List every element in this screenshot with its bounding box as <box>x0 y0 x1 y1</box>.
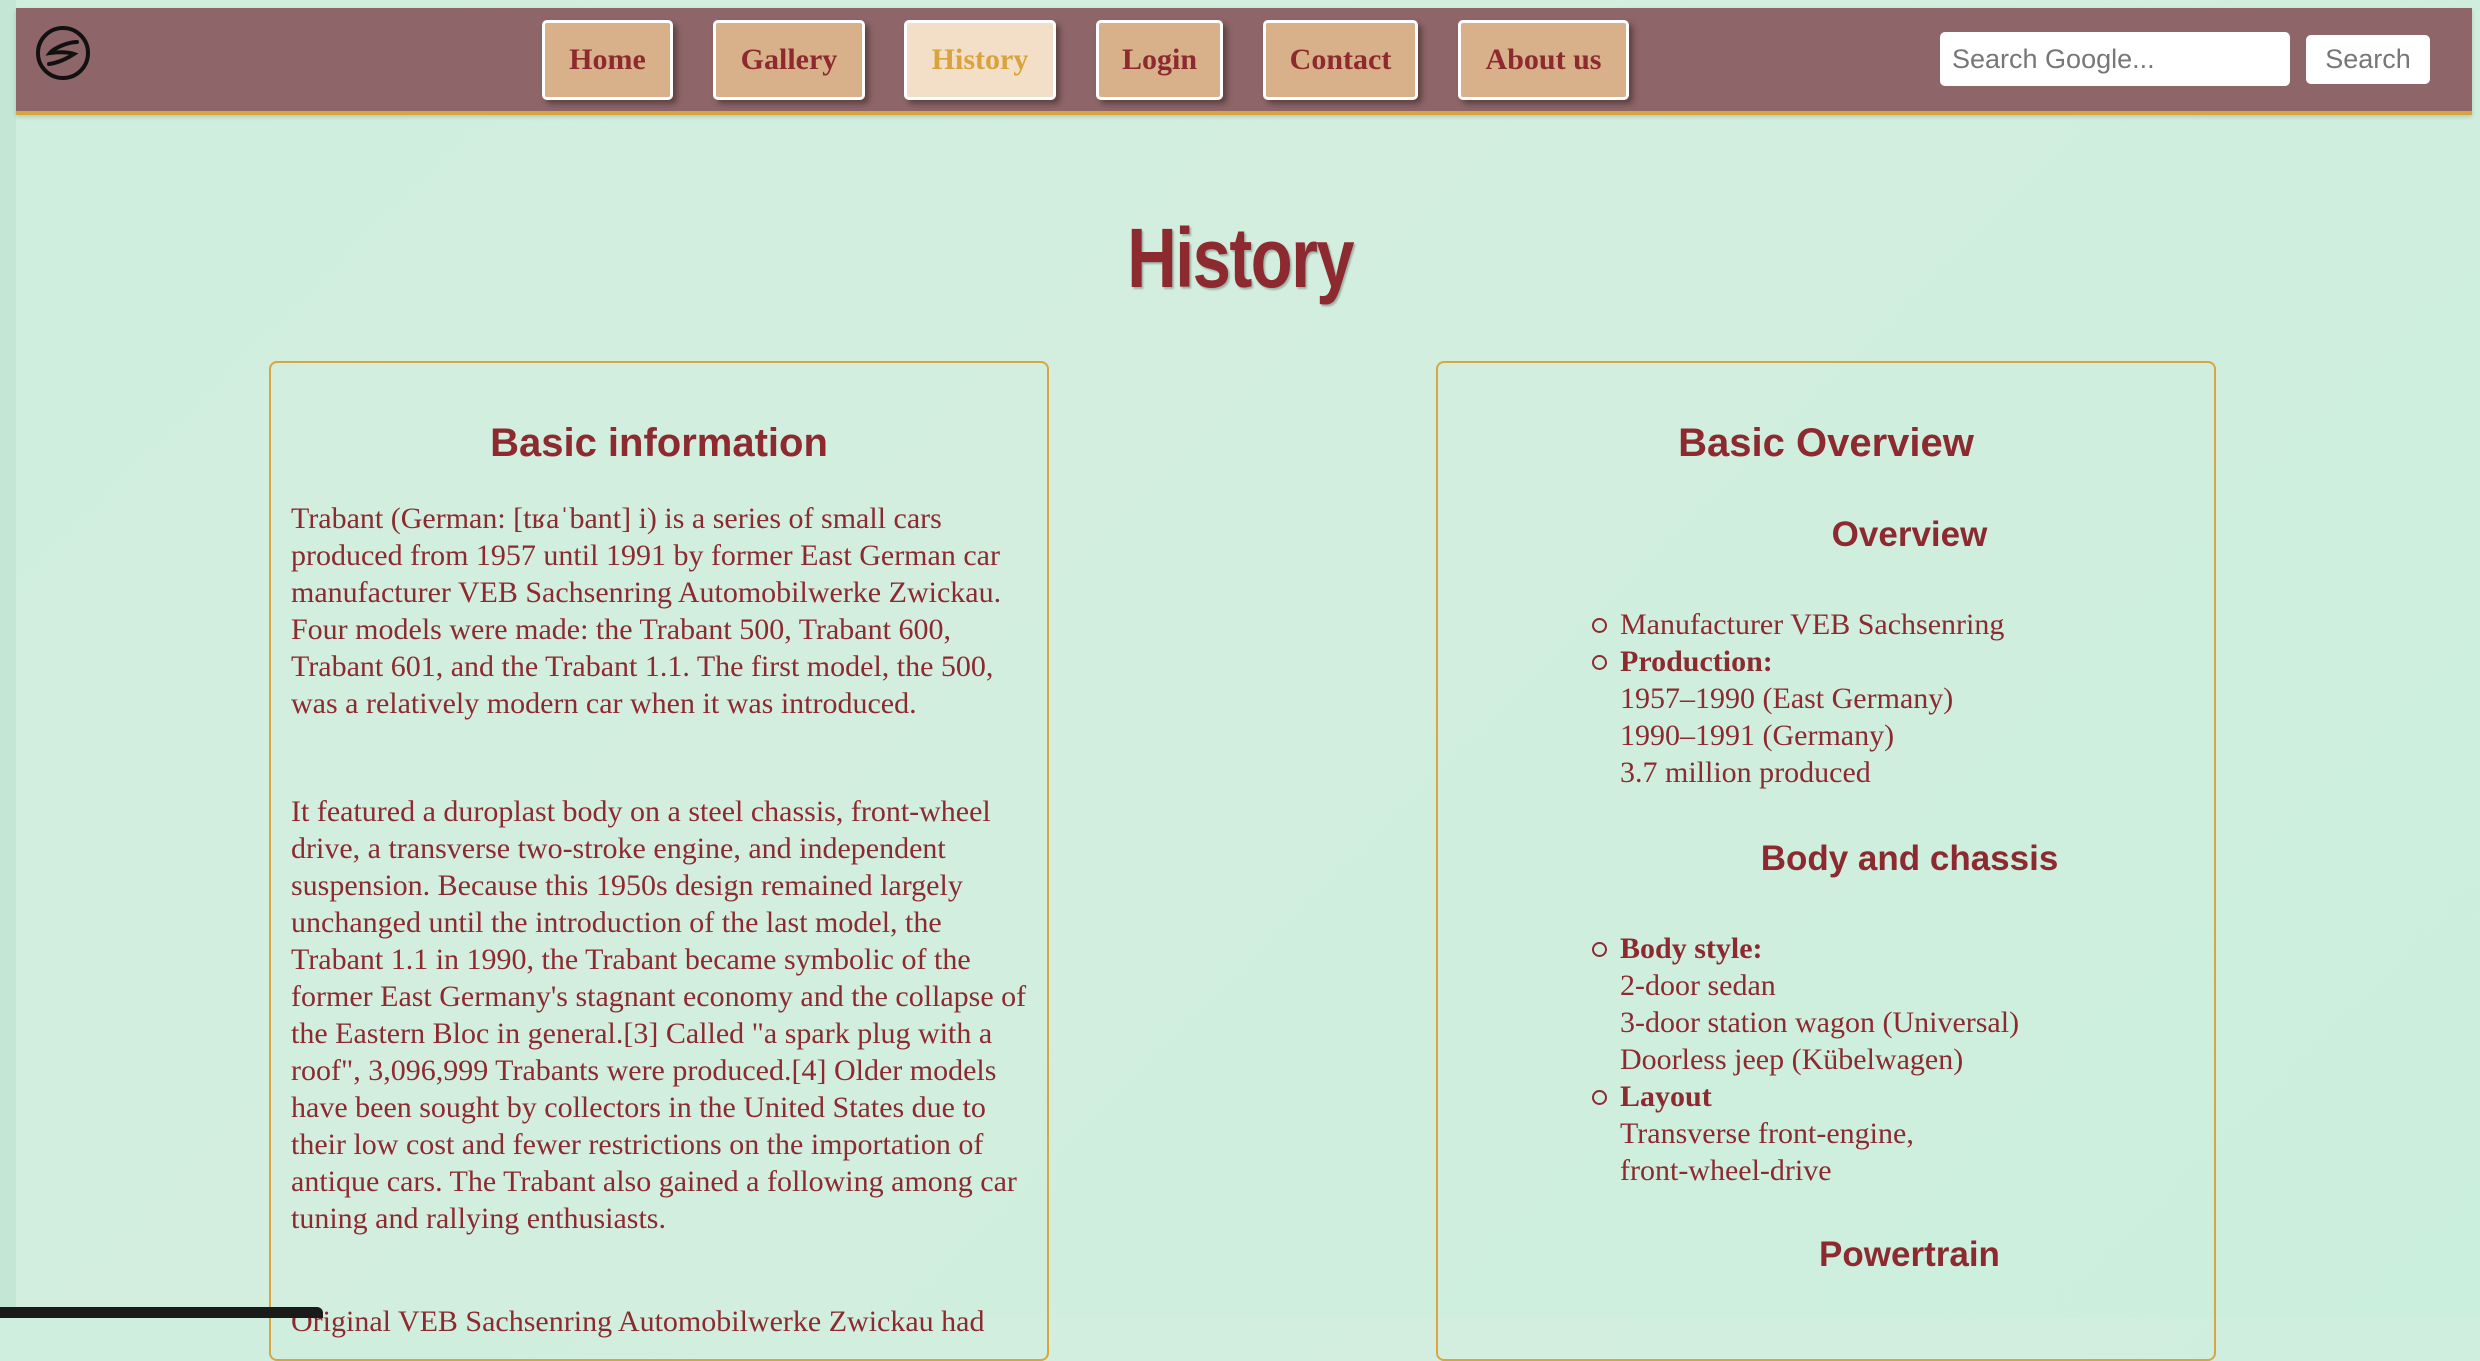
list-item: Body style: 2-door sedan 3-door station … <box>1592 930 2019 1078</box>
search-input[interactable] <box>1940 32 2290 86</box>
list-item: Layout Transverse front-engine, front-wh… <box>1592 1078 2019 1189</box>
basic-overview-heading: Basic Overview <box>1678 421 1974 465</box>
search-button[interactable]: Search <box>2306 35 2430 84</box>
production-line: 1957–1990 (East Germany) <box>1620 682 1954 715</box>
production-label: Production: <box>1620 645 1773 678</box>
body-and-chassis-list: Body style: 2-door sedan 3-door station … <box>1592 930 2019 1189</box>
overview-list: Manufacturer VEB Sachsenring Production:… <box>1592 606 2004 791</box>
nav-gallery-button[interactable]: Gallery <box>713 20 865 100</box>
production-line: 3.7 million produced <box>1620 756 1871 789</box>
body-style-line: 2-door sedan <box>1620 969 1776 1002</box>
body-style-line: Doorless jeep (Kübelwagen) <box>1620 1043 1964 1076</box>
overview-subheading: Overview <box>1831 515 1988 554</box>
logo-icon[interactable] <box>36 26 90 80</box>
left-edge-strip <box>0 0 16 1318</box>
production-line: 1990–1991 (Germany) <box>1620 719 1895 752</box>
nav-contact-button[interactable]: Contact <box>1263 20 1418 100</box>
nav-about-us-button[interactable]: About us <box>1458 20 1629 100</box>
basic-information-heading: Basic information <box>490 421 828 465</box>
body-and-chassis-subheading: Body and chassis <box>1760 839 2059 878</box>
list-item: Production: 1957–1990 (East Germany) 199… <box>1592 643 2004 791</box>
basic-overview-card: Basic Overview Overview Manufacturer VEB… <box>1436 361 2216 1361</box>
basic-information-paragraph-3: Original VEB Sachsenring Automobilwerke … <box>291 1305 985 1338</box>
powertrain-subheading: Powertrain <box>1819 1235 2000 1274</box>
layout-label: Layout <box>1620 1080 1712 1113</box>
nav-login-button[interactable]: Login <box>1096 20 1223 100</box>
nav-home-button[interactable]: Home <box>542 20 673 100</box>
nav-history-button[interactable]: History <box>904 20 1056 100</box>
page-title: History <box>1127 211 1354 305</box>
body-style-label: Body style: <box>1620 932 1763 965</box>
top-navbar: Home Gallery History Login Contact About… <box>16 8 2472 115</box>
basic-information-paragraph-2: It featured a duroplast body on a steel … <box>291 795 1027 1235</box>
body-style-line: 3-door station wagon (Universal) <box>1620 1006 2020 1039</box>
manufacturer-value: Manufacturer VEB Sachsenring <box>1620 608 2005 641</box>
layout-line: front-wheel-drive <box>1620 1154 1832 1187</box>
basic-information-paragraph-1: Trabant (German: [tʁaˈbant] i) is a seri… <box>291 502 1002 720</box>
list-item: Manufacturer VEB Sachsenring <box>1592 606 2004 643</box>
bottom-overlay-bar <box>0 1307 323 1318</box>
basic-information-card: Basic information Trabant (German: [tʁaˈ… <box>269 361 1049 1361</box>
layout-line: Transverse front-engine, <box>1620 1117 1914 1150</box>
